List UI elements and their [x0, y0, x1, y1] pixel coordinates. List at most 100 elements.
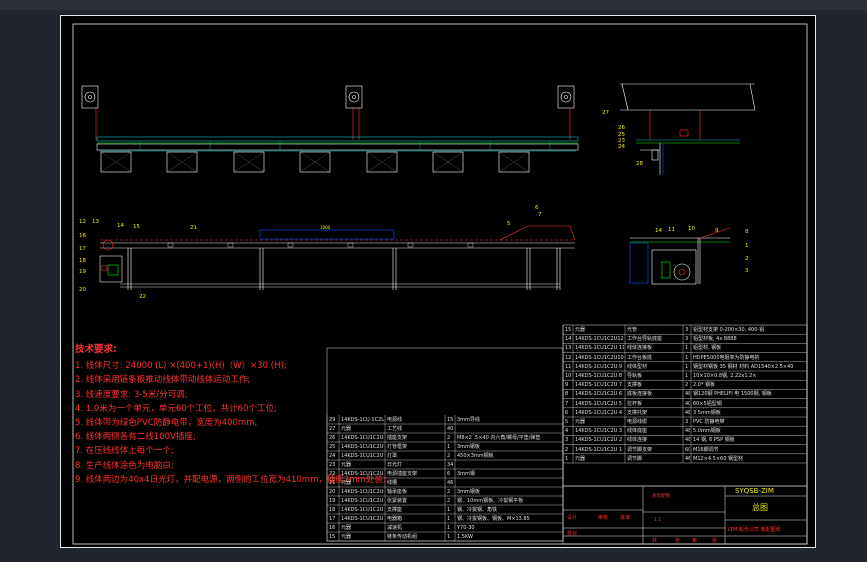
balloon-21: 21	[190, 225, 197, 231]
balloon-7a: 7	[538, 212, 542, 218]
company-line: LTM 股份公司 装配图纸	[728, 527, 781, 533]
bom-cell: 1	[447, 534, 451, 540]
lamp-housing-right	[557, 85, 575, 109]
bom-cell: 34	[447, 462, 454, 468]
bom-cell: 底板连接板	[627, 391, 653, 398]
drawing-number: SYQSB-ZIM	[735, 487, 774, 495]
bom-cell: 2.0* 钢板	[693, 382, 716, 389]
bom-cell: 1.5KW	[457, 534, 473, 540]
bom-cell: 46	[447, 480, 454, 486]
balloon-24: 24	[618, 144, 625, 150]
bom-cell: 19	[329, 498, 336, 504]
bom-cell: 张紧装置	[387, 498, 408, 504]
bom-cell: 15	[565, 327, 572, 333]
tech-req-item: 9. 线体两边为40x4日光灯，并配电源，两侧的工位宽为410mm，插座2mm处…	[75, 474, 386, 485]
bom-cell: 2	[447, 453, 451, 459]
bom-cell: 元器	[341, 426, 352, 432]
bom-cell: 工作台导轨底座	[627, 336, 663, 343]
bom-cell: 2	[447, 435, 451, 441]
bom-cell: 3	[685, 327, 689, 333]
bom-cell: 元器	[341, 462, 352, 468]
bom-cell: 1	[685, 345, 689, 352]
detail-balloons: 27 26 25 23 24 28	[602, 110, 643, 167]
bom-cell: 14KDS-1CU1C2U 2	[341, 507, 384, 513]
bom-cell: 2	[447, 498, 451, 504]
lamp-housing-mid	[345, 85, 363, 109]
bom-cell: 6	[447, 471, 451, 477]
bom-cell: 工作台板底	[627, 354, 653, 361]
bom-cell: 15	[329, 534, 336, 540]
bom-cell: 6	[565, 409, 569, 416]
balloon-12: 12	[79, 219, 86, 225]
bom-cell: 1	[565, 455, 569, 462]
bom-cell: M12×4.5×60 钢型材	[693, 455, 743, 462]
balloon-1b: 1	[745, 243, 749, 249]
bom-cell: 14KDS-1CU1C2U 4	[341, 516, 384, 522]
bom-cell: 450×3mm钢板	[457, 453, 494, 459]
bom-cell: 20	[329, 489, 336, 495]
bom-cell: M16脚调节	[693, 446, 719, 453]
side-view	[99, 225, 576, 290]
bom-cell: Y70-30	[457, 525, 475, 531]
bom-cell: 14KDS-1CU1C2U 4	[575, 409, 623, 416]
bom-cell: 14KDS-1CU1C2U 7	[575, 382, 623, 389]
bom-cell: 12	[565, 354, 572, 361]
bom-cell: 26	[329, 435, 336, 441]
side-balloons-left: 12 13 14 15 16 17 18 19 20 21 22	[79, 219, 197, 300]
bom-cell: 1	[447, 444, 451, 450]
bom-cell: 14KDS-1CU1C2U 6	[341, 471, 384, 477]
bom-cell: 线槽	[387, 480, 398, 486]
bom-cell: 元器	[575, 419, 586, 425]
bom-cell: 14KDS-1CU1C2U5	[341, 489, 384, 495]
tb-label-check: 校对	[567, 531, 578, 537]
bom-cell: 调节脚支架	[627, 446, 653, 453]
balloon-14b: 14	[655, 228, 662, 234]
tech-req-item: 2. 线体采用链条板推动线体带动线体运动工作;	[75, 375, 251, 386]
bom-cell: 15	[447, 417, 454, 423]
bom-cell: 10×10×0.8钢, 2.22x1.2×	[693, 373, 757, 379]
bom-cell: 3	[685, 419, 689, 425]
bom-cell: 线体底座	[627, 428, 648, 435]
bom-cell: 轴承座板	[387, 489, 408, 495]
bom-cell: HDPE5000电阻率为防静电的	[693, 354, 760, 361]
bom-cell: M8×2 .5×40 内六角/螺母/平垫/弹垫	[457, 435, 541, 441]
balloon-19: 19	[79, 269, 86, 275]
bom-cell: 23	[329, 462, 336, 468]
bom-cell: 支撑板	[627, 382, 643, 389]
bom-cell: 日光灯	[387, 462, 403, 468]
bom-cell: 1	[447, 525, 451, 531]
bom-cell: 1	[447, 516, 451, 522]
bom-cell: 48	[685, 409, 690, 416]
bom-cell: 元器	[341, 480, 352, 486]
bom-cell: 线体型材	[627, 363, 648, 370]
bom-cell: 14KDS-1CU1C2U 11	[575, 345, 624, 352]
bom-cell: 1	[685, 363, 689, 370]
bom-cell: 13	[565, 345, 572, 352]
bom-cell: 7	[565, 400, 569, 407]
bom-cell: 电源线	[387, 417, 403, 423]
balloon-3b: 3	[745, 268, 749, 274]
bom-cell: 14KDS-1CU1C2U 2	[575, 437, 623, 444]
bom-cell: 24	[329, 453, 336, 459]
side-balloons-right: 5 6 7	[507, 205, 542, 227]
balloon-5a: 5	[507, 221, 511, 227]
balloon-17: 17	[79, 246, 86, 252]
bom-cell: 14KDS-1CU1C2U 3	[575, 428, 623, 435]
bom-cell: 60	[685, 446, 690, 453]
bom-cell: 14KDS-1CU 1C2U	[341, 417, 384, 423]
bom-cell: 1	[685, 354, 689, 361]
bom-cell: 46	[685, 455, 690, 462]
bom-cell: 插座支架	[387, 435, 408, 441]
bom-cell: 14KDS-1CU1C2U3	[341, 498, 384, 504]
top-view	[81, 85, 579, 173]
bom-cell: 钢型材钢板 35 钢材 材料 AD1540×2.5×40	[693, 363, 794, 370]
bom-cell: 灯罩	[387, 453, 398, 459]
bom-cell: 钢、10mm钢板、冷拔钢平板	[457, 498, 524, 504]
bom-cell: 元器	[575, 327, 586, 333]
bom-cell: 铝型材, 钢板	[693, 345, 722, 352]
bom-cell: 29	[329, 417, 336, 423]
bom-cell: 钢120钢 PHELIFI 电 1500钢, 钢板	[693, 391, 772, 398]
balloon-14: 14	[117, 223, 124, 229]
bom-cell: 支撑座	[387, 507, 403, 513]
bom-cell: 60×5铝型钢	[693, 400, 722, 407]
